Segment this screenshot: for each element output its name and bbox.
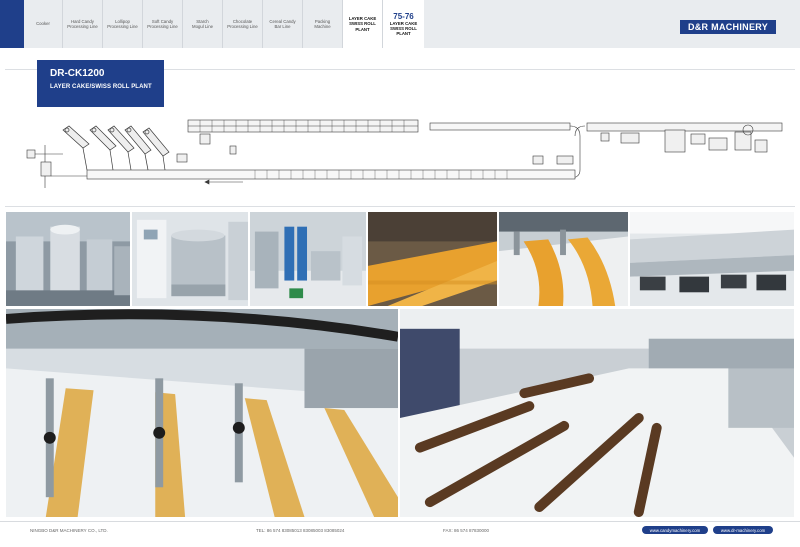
photo-sponge-sheet	[367, 211, 498, 307]
brand-strip	[0, 0, 24, 48]
product-title-box: DR-CK1200 LAYER CAKE/SWISS ROLL PLANT	[37, 60, 164, 107]
top-nav-bar: Cooker Hard Candy Processing Line Lollip…	[0, 0, 800, 48]
plant-name: LAYER CAKE/SWISS ROLL PLANT	[50, 84, 152, 90]
photo-cooking-station	[5, 211, 131, 307]
nav-item-hard-candy[interactable]: Hard Candy Processing Line	[63, 0, 103, 48]
model-number: DR-CK1200	[50, 68, 105, 79]
website-link-candymachinery[interactable]: www.candymachinery.com	[642, 526, 708, 534]
footer-fax: FAX: 86 574 87830000	[443, 528, 490, 533]
nav-item-cooker[interactable]: Cooker	[24, 0, 63, 48]
footer-tel: TEL: 86 574 83085013 83085003 83085024	[256, 528, 345, 533]
photo-mixer-tank	[131, 211, 249, 307]
website-link-dr-machinery[interactable]: www.dr-machinery.com	[713, 526, 773, 534]
company-tag: D&R MACHINERY	[680, 20, 776, 34]
catalog-nav: Cooker Hard Candy Processing Line Lollip…	[24, 0, 424, 48]
nav-item-cereal-bar[interactable]: Cereal Candy Bar Line	[263, 0, 303, 48]
nav-item-lollipop[interactable]: Lollipop Processing Line	[103, 0, 143, 48]
nav-item-starch-mogul[interactable]: Starch Mogul Line	[183, 0, 223, 48]
footer: NINGBO D&R MACHINERY CO., LTD. TEL: 86 5…	[0, 521, 800, 547]
photo-cooling-tunnel	[629, 211, 795, 307]
nav-item-layer-cake[interactable]: LAYER CAKE SWISS ROLL PLANT	[343, 0, 383, 48]
photo-swiss-roll-conveyor	[399, 308, 795, 518]
nav-item-soft-candy[interactable]: Soft Candy Processing Line	[143, 0, 183, 48]
nav-item-packing[interactable]: Packing Machine	[303, 0, 343, 48]
nav-item-chocolate[interactable]: Chocolate Processing Line	[223, 0, 263, 48]
current-section-label: LAYER CAKE SWISS ROLL PLANT	[389, 21, 418, 36]
footer-company: NINGBO D&R MACHINERY CO., LTD.	[30, 528, 108, 533]
photo-pump-station	[249, 211, 367, 307]
page-number: 75-76	[393, 12, 414, 21]
photo-roll-forming	[5, 308, 399, 518]
photo-cream-spreading	[498, 211, 629, 307]
current-page-tab[interactable]: 75-76 LAYER CAKE SWISS ROLL PLANT	[383, 0, 424, 48]
